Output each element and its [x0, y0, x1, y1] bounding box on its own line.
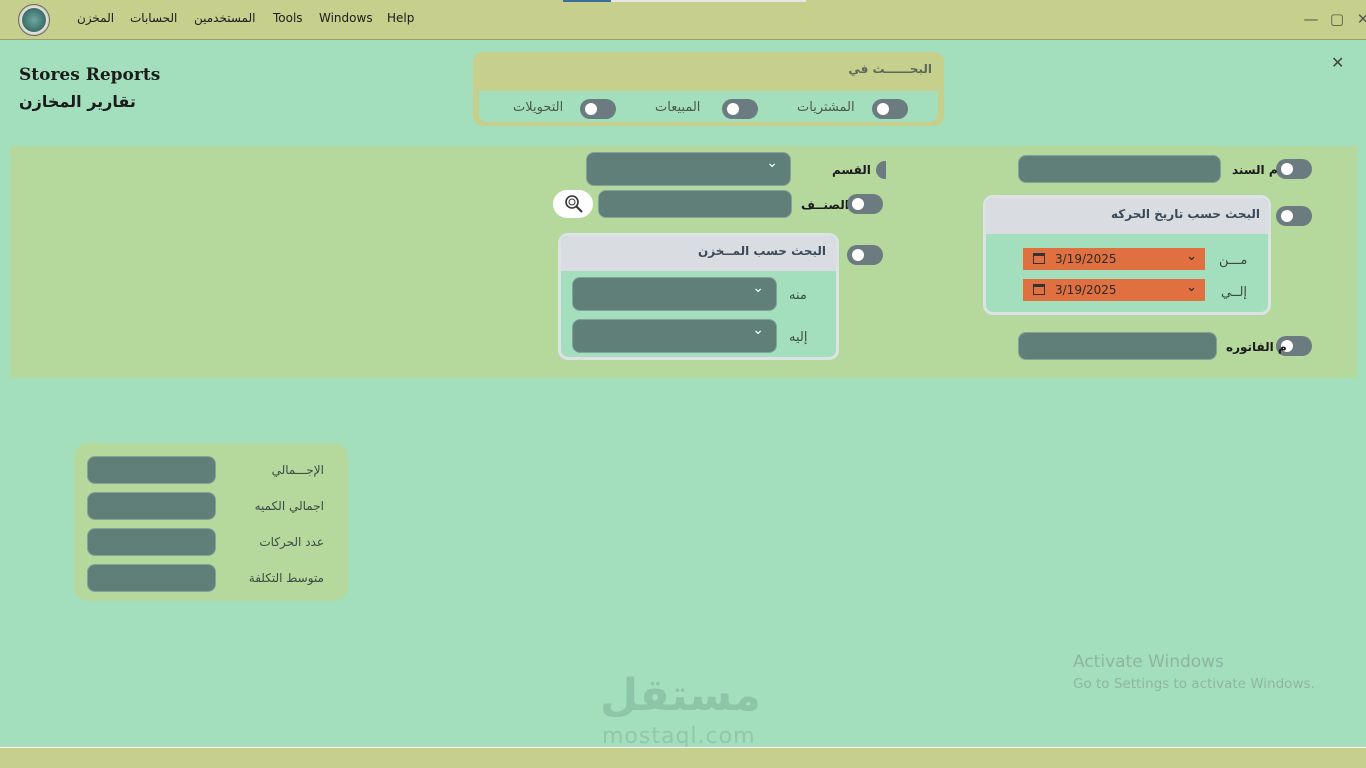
total-quantity-label: اجمالي الكميه: [254, 499, 324, 513]
mostaql-watermark-url: mostaql.com: [602, 724, 756, 749]
doc-number-input[interactable]: [1018, 155, 1221, 183]
item-search-button[interactable]: [553, 190, 593, 218]
maximize-button[interactable]: ▢: [1327, 10, 1347, 28]
search-in-title: البحــــــث في: [848, 62, 932, 76]
page-title-en: Stores Reports: [19, 65, 161, 85]
menu-item-help[interactable]: Help: [387, 11, 414, 25]
item-input[interactable]: [598, 190, 792, 218]
close-report-button[interactable]: ✕: [1331, 53, 1344, 72]
app-logo-icon[interactable]: [18, 4, 50, 36]
search-icon: [565, 195, 583, 213]
taskbar-accent: [563, 0, 611, 2]
average-cost-label: متوسط التكلفة: [248, 571, 324, 585]
menu-item-users[interactable]: المستخدمين: [194, 11, 255, 25]
purchases-toggle[interactable]: [872, 99, 908, 119]
taskbar-accent-light: [611, 0, 806, 2]
total-quantity-input[interactable]: [87, 492, 216, 520]
chevron-down-icon: ⌄: [1186, 249, 1197, 264]
date-to-label: إلــي: [1221, 285, 1248, 300]
chevron-down-icon: ⌄: [1186, 280, 1197, 295]
minimize-button[interactable]: —: [1301, 10, 1321, 28]
average-cost-input[interactable]: [87, 564, 216, 592]
doc-number-toggle[interactable]: [1276, 159, 1312, 179]
date-to-picker[interactable]: 3/19/2025 ⌄: [1023, 279, 1205, 301]
menu-item-windows[interactable]: Windows: [319, 11, 373, 25]
total-label: الإجـــمالي: [271, 463, 324, 477]
store-from-select[interactable]: [572, 277, 777, 311]
department-select[interactable]: [586, 152, 791, 186]
transfers-label: التحويلات: [513, 100, 564, 115]
invoice-number-label: م الفاتوره: [1226, 340, 1287, 354]
sales-toggle[interactable]: [722, 99, 758, 119]
item-toggle[interactable]: [847, 194, 883, 214]
store-from-label: منه: [789, 288, 807, 303]
menu-item-store[interactable]: المخزن: [77, 11, 114, 25]
date-from-picker[interactable]: 3/19/2025 ⌄: [1023, 248, 1205, 270]
movements-count-label: عدد الحركات: [259, 535, 324, 549]
menu-item-tools[interactable]: Tools: [273, 11, 303, 25]
page-title-ar: تقارير المخازن: [19, 92, 136, 111]
status-bar: [0, 747, 1366, 768]
date-from-label: مـــن: [1219, 253, 1248, 268]
movements-count-input[interactable]: [87, 528, 216, 556]
item-label: الصنــف: [801, 198, 849, 212]
date-filter-title: البحث حسب تاريخ الحركه: [1110, 207, 1260, 221]
invoice-number-input[interactable]: [1018, 332, 1217, 360]
close-button[interactable]: ✕: [1353, 10, 1366, 28]
date-filter-toggle[interactable]: [1276, 206, 1312, 226]
purchases-label: المشتريات: [797, 100, 855, 115]
doc-number-label: م السند: [1232, 163, 1278, 177]
department-label: القسم: [832, 163, 871, 177]
menu-item-accounts[interactable]: الحسابات: [130, 11, 177, 25]
store-to-select[interactable]: [572, 319, 777, 353]
mostaql-watermark: مستقل: [600, 670, 761, 721]
activate-windows-title: Activate Windows: [1073, 652, 1224, 672]
store-filter-toggle[interactable]: [847, 245, 883, 265]
calendar-icon: [1033, 284, 1045, 295]
store-filter-title: البحث حسب المــخزن: [697, 244, 826, 258]
store-to-label: إليه: [789, 330, 808, 345]
sales-label: المبيعات: [655, 100, 701, 115]
calendar-icon: [1033, 253, 1045, 264]
transfers-toggle[interactable]: [580, 99, 616, 119]
total-input[interactable]: [87, 456, 216, 484]
activate-windows-subtitle: Go to Settings to activate Windows.: [1073, 676, 1315, 692]
date-from-value: 3/19/2025: [1055, 252, 1117, 266]
date-to-value: 3/19/2025: [1055, 283, 1117, 297]
